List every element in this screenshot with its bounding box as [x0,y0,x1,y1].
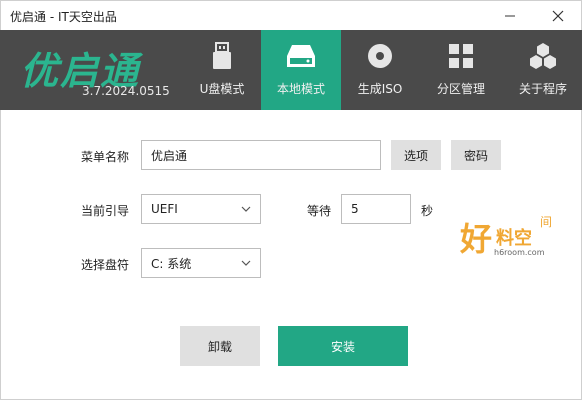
tab-usb-mode[interactable]: U盘模式 [184,30,260,110]
watermark-jian: 间 [540,215,553,229]
drive-label: 选择盘符 [81,258,130,272]
wait-label: 等待 [307,204,332,218]
close-button[interactable] [535,1,581,31]
version-label: 3.7.2024.0515 [82,84,170,98]
menu-name-value: 优启通 [151,148,188,163]
close-icon [552,10,564,22]
tab-label: 本地模式 [276,82,325,96]
tab-label: 分区管理 [436,82,485,96]
drive-value: C: 系统 [151,256,192,271]
boot-value: UEFI [151,202,178,216]
drive-select[interactable]: C: 系统 [141,248,261,278]
tab-local-mode[interactable]: 本地模式 [261,30,341,110]
boot-select[interactable]: UEFI [141,194,261,224]
disc-icon [365,42,395,70]
tab-about[interactable]: 关于程序 [504,30,582,110]
watermark-liaokong: 料空 [496,228,532,249]
main-panel: 菜单名称 优启通 选项 密码 好 料空 间 h6room.com 当前引导 UE… [0,110,582,400]
wait-input[interactable]: 5 [341,194,411,224]
title-bar: 优启通 - IT天空出品 [0,0,582,30]
window-title: 优启通 - IT天空出品 [10,10,117,24]
menu-name-input[interactable]: 优启通 [141,140,381,170]
watermark-hao: 好 [460,220,493,258]
unload-button[interactable]: 卸载 [180,326,260,366]
tab-label: U盘模式 [199,82,245,96]
toolbar: 优启通 3.7.2024.0515 U盘模式 本地模式 生成ISO 分区管理 关… [0,30,582,110]
minimize-icon [505,15,515,17]
watermark-url: h6room.com [494,248,545,257]
tab-partition-manager[interactable]: 分区管理 [419,30,503,110]
boot-label: 当前引导 [81,204,130,218]
menu-name-label: 菜单名称 [81,150,130,164]
chevron-down-icon [241,206,251,212]
password-button[interactable]: 密码 [451,140,501,170]
usb-drive-icon [207,42,237,70]
minimize-button[interactable] [487,1,533,31]
hard-drive-icon [286,42,316,70]
hexagons-icon [528,42,558,70]
watermark-logo: 好 料空 间 h6room.com [456,210,561,266]
wait-unit: 秒 [421,204,434,218]
tab-label: 生成ISO [357,82,403,96]
tab-label: 关于程序 [518,82,567,96]
tab-make-iso[interactable]: 生成ISO [342,30,418,110]
chevron-down-icon [241,260,251,266]
options-button[interactable]: 选项 [391,140,441,170]
wait-value: 5 [351,202,359,216]
install-button[interactable]: 安装 [278,326,408,366]
partition-grid-icon [446,42,476,70]
